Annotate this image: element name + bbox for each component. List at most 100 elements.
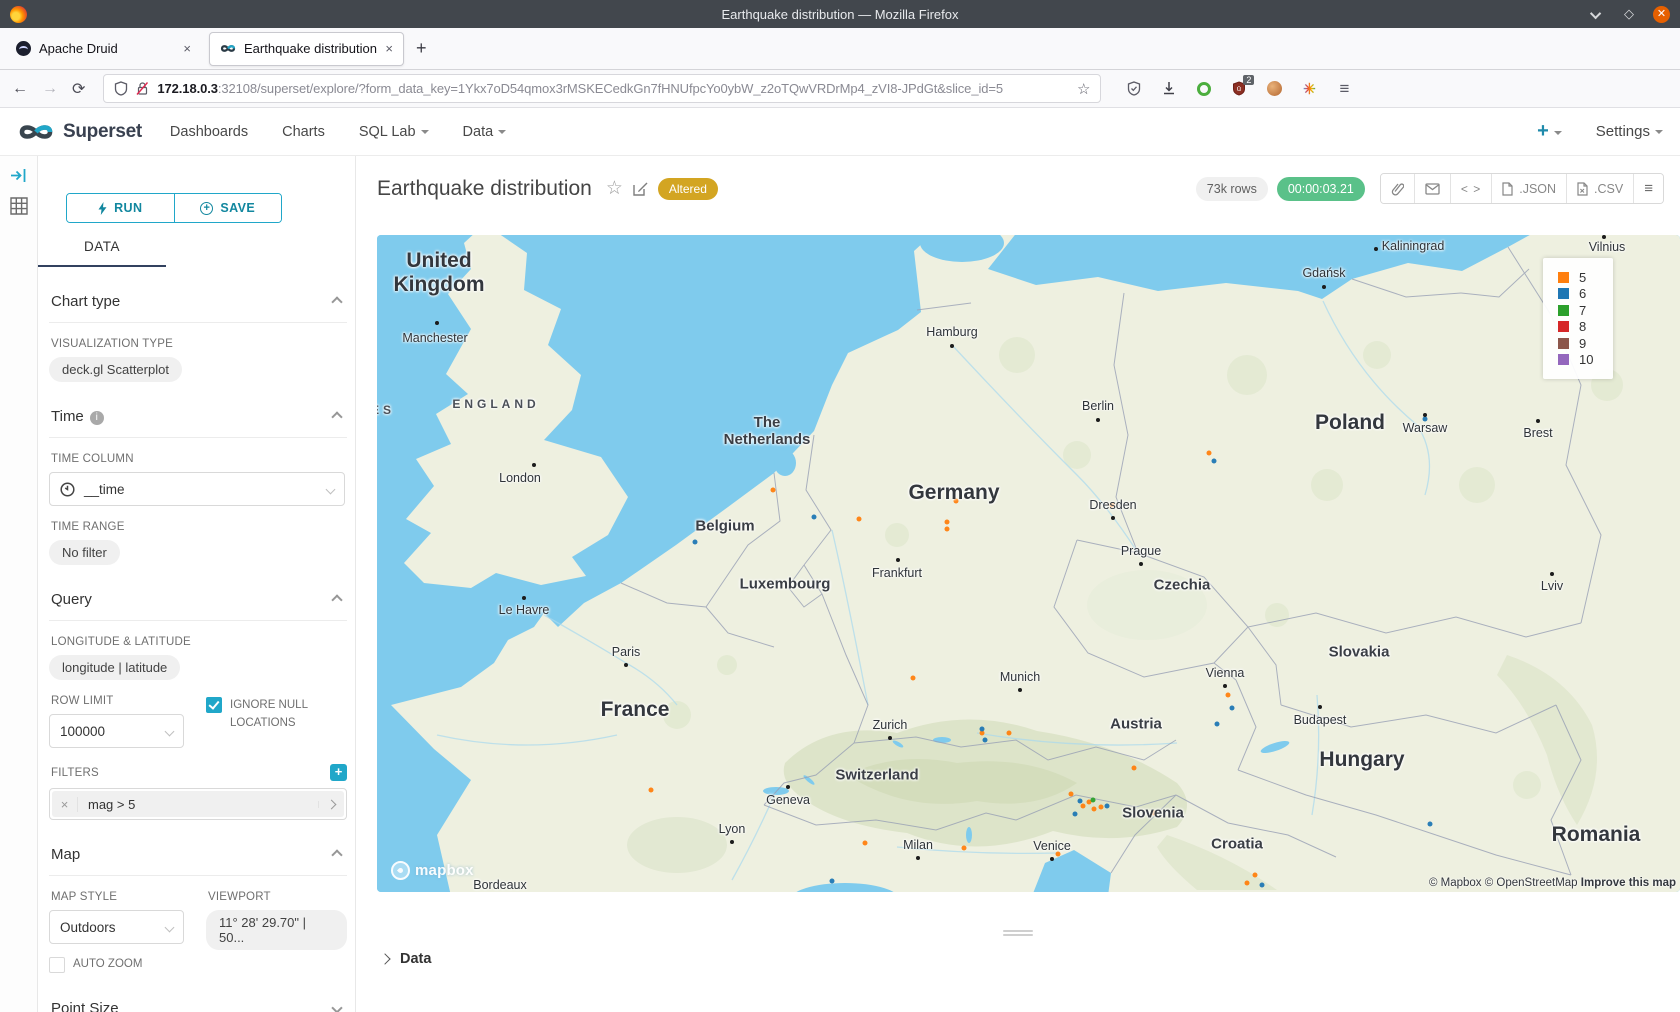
pinwheel-extension-icon[interactable]: ✳ <box>1300 80 1318 98</box>
save-button[interactable]: + SAVE <box>175 194 282 222</box>
map-style-label: MAP STYLE <box>51 891 184 903</box>
druid-favicon-icon <box>16 41 31 56</box>
legend-item[interactable]: 5 <box>1558 269 1613 286</box>
legend-item[interactable]: 10 <box>1558 352 1613 369</box>
edit-properties-icon[interactable] <box>633 181 648 196</box>
nav-sql-lab[interactable]: SQL Lab <box>359 124 429 140</box>
run-label: RUN <box>114 201 142 215</box>
window-close-button[interactable]: ✕ <box>1653 6 1670 23</box>
add-filter-button[interactable]: + <box>330 764 347 781</box>
address-bar[interactable]: 172.18.0.3:32108/superset/explore/?form_… <box>103 74 1101 103</box>
copy-link-button[interactable] <box>1381 174 1414 203</box>
url-text: 172.18.0.3:32108/superset/explore/?form_… <box>157 81 1069 96</box>
time-column-select[interactable]: __time <box>49 472 345 506</box>
menu-hamburger-icon[interactable]: ≡ <box>1335 80 1353 98</box>
attribution-text: © Mapbox © OpenStreetMap <box>1429 877 1581 889</box>
legend-label: 9 <box>1579 336 1586 351</box>
tab-close-icon[interactable]: × <box>385 41 393 56</box>
ignore-null-checkbox-row[interactable]: IGNORE NULL LOCATIONS <box>206 697 338 748</box>
auto-zoom-checkbox[interactable] <box>49 957 65 973</box>
auto-zoom-label: AUTO ZOOM <box>73 956 142 974</box>
legend-item[interactable]: 6 <box>1558 286 1613 303</box>
cookie-extension-icon[interactable] <box>1265 80 1283 98</box>
legend-item[interactable]: 9 <box>1558 335 1613 352</box>
chevron-up-icon <box>331 594 342 605</box>
tab-apache-druid[interactable]: Apache Druid × <box>6 32 201 66</box>
downloads-icon[interactable] <box>1160 80 1178 98</box>
tab-earthquake-distribution[interactable]: Earthquake distribution × <box>209 32 404 66</box>
new-tab-button[interactable]: + <box>416 38 427 59</box>
new-item-button[interactable]: + <box>1537 120 1562 143</box>
deckgl-map[interactable]: United KingdomManchesterENGLANDESLondonT… <box>377 235 1680 892</box>
legend-label: 7 <box>1579 303 1586 318</box>
section-query: Query LONGITUDE & LATITUDE longitude | l… <box>49 589 347 820</box>
insecure-lock-icon[interactable] <box>136 81 149 96</box>
tracking-shield-icon[interactable] <box>114 81 128 96</box>
map-base-tiles <box>377 235 1680 892</box>
bookmark-star-icon[interactable]: ☆ <box>1077 80 1090 98</box>
ignore-null-checkbox[interactable] <box>206 697 222 713</box>
file-json-icon <box>1502 182 1513 196</box>
info-icon: i <box>90 411 104 425</box>
row-limit-select[interactable]: 100000 <box>49 714 184 748</box>
section-map-header[interactable]: Map <box>49 844 347 876</box>
legend-swatch <box>1558 321 1569 332</box>
forward-button[interactable]: → <box>42 80 58 98</box>
tab-close-icon[interactable]: × <box>183 41 191 56</box>
improve-map-link[interactable]: Improve this map <box>1581 877 1676 889</box>
export-json-button[interactable]: .JSON <box>1491 174 1566 203</box>
settings-menu[interactable]: Settings <box>1596 123 1663 140</box>
filter-item[interactable]: × mag > 5 <box>49 788 347 820</box>
filter-expression[interactable]: mag > 5 <box>78 797 318 812</box>
legend-item[interactable]: 8 <box>1558 319 1613 336</box>
section-map: Map MAP STYLE Outdoors AUTO ZOOM VIEWPOR… <box>49 844 347 974</box>
back-button[interactable]: ← <box>12 80 28 98</box>
data-results-collapse[interactable]: Data <box>381 951 431 967</box>
caret-down-icon <box>1554 131 1562 135</box>
time-range-value[interactable]: No filter <box>49 540 120 565</box>
mapbox-logo[interactable]: mapbox <box>391 861 474 880</box>
nav-data[interactable]: Data <box>463 124 507 140</box>
nav-sql-lab-label: SQL Lab <box>359 124 416 140</box>
section-time-header[interactable]: Timei <box>49 406 347 438</box>
legend-item[interactable]: 7 <box>1558 302 1613 319</box>
lonlat-value[interactable]: longitude | latitude <box>49 655 180 680</box>
section-point-size-header[interactable]: Point Size <box>49 998 347 1012</box>
reload-button[interactable]: ⟳ <box>72 79 85 99</box>
lonlat-label: LONGITUDE & LATITUDE <box>51 636 347 648</box>
filters-label: FILTERS <box>51 767 99 779</box>
chart-title: Earthquake distribution <box>377 177 592 201</box>
nav-charts[interactable]: Charts <box>282 124 325 140</box>
viewport-value[interactable]: 11° 28' 29.70" | 50... <box>206 910 347 950</box>
remove-filter-icon[interactable]: × <box>52 797 78 812</box>
map-attribution[interactable]: © Mapbox © OpenStreetMap Improve this ma… <box>1429 877 1676 889</box>
map-style-select[interactable]: Outdoors <box>49 910 184 944</box>
auto-zoom-checkbox-row[interactable]: AUTO ZOOM <box>49 956 184 974</box>
permissions-shield-icon[interactable] <box>1125 80 1143 98</box>
window-minimize-button[interactable] <box>1589 7 1605 22</box>
window-maximize-button[interactable]: ◇ <box>1621 6 1637 22</box>
section-chart-type-header[interactable]: Chart type <box>49 291 347 323</box>
section-chart-type: Chart type VISUALIZATION TYPE deck.gl Sc… <box>49 291 347 382</box>
extension-green-icon[interactable] <box>1195 80 1213 98</box>
chevron-up-icon <box>331 411 342 422</box>
mapbox-logo-icon <box>391 861 410 880</box>
export-csv-button[interactable]: .CSV <box>1566 174 1633 203</box>
run-button[interactable]: RUN <box>67 194 175 222</box>
email-button[interactable] <box>1414 174 1450 203</box>
ublock-shield-icon[interactable]: ū2 <box>1230 80 1248 98</box>
viz-type-value[interactable]: deck.gl Scatterplot <box>49 357 182 382</box>
nav-dashboards[interactable]: Dashboards <box>170 124 248 140</box>
superset-logo[interactable]: Superset <box>17 120 142 144</box>
collapse-dataset-panel-icon[interactable] <box>10 168 27 183</box>
embed-code-button[interactable]: < > <box>1450 174 1491 203</box>
section-query-header[interactable]: Query <box>49 589 347 621</box>
tab-label: Earthquake distribution <box>244 41 377 56</box>
tab-data[interactable]: DATA <box>38 239 166 267</box>
altered-badge[interactable]: Altered <box>658 178 718 200</box>
chart-menu-button[interactable]: ≡ <box>1633 174 1663 203</box>
pane-resize-grip[interactable] <box>1003 928 1033 938</box>
favorite-star-icon[interactable]: ☆ <box>606 177 623 200</box>
dataset-grid-icon[interactable] <box>10 197 28 215</box>
expand-filter-icon[interactable] <box>318 801 344 808</box>
